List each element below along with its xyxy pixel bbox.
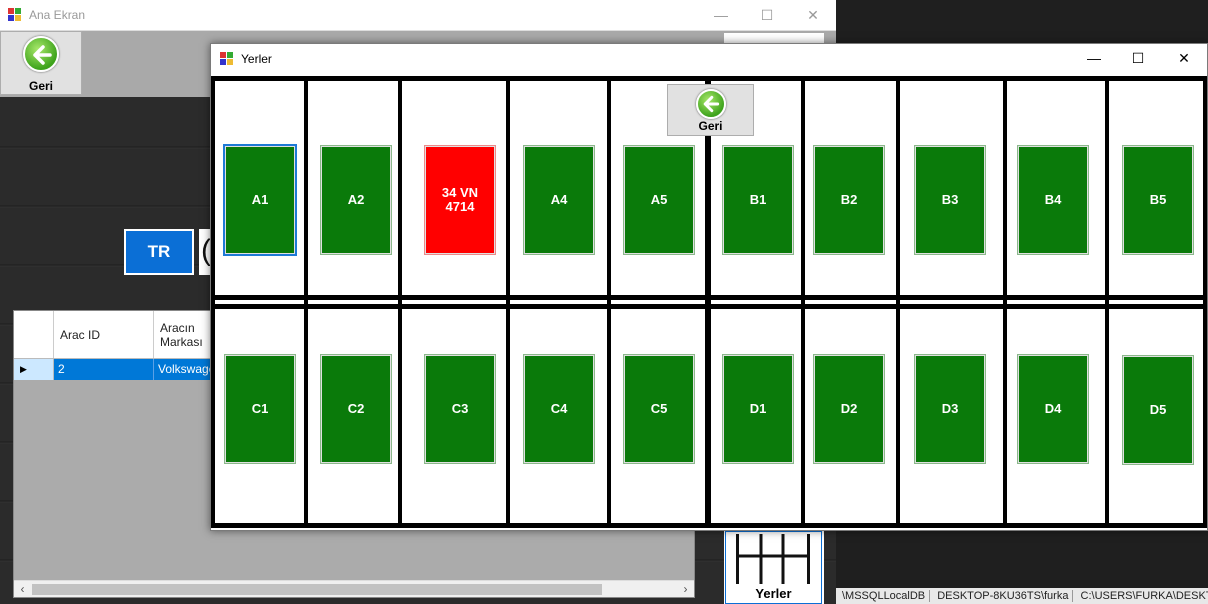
spot-label: A1 — [251, 192, 269, 207]
minimize-button[interactable]: — — [1071, 44, 1117, 74]
spot-label: D3 — [941, 401, 959, 416]
scroll-left-icon[interactable]: ‹ — [14, 581, 31, 598]
status-user: DESKTOP-8KU36TS\furka — [933, 590, 1074, 602]
spot-label: C4 — [550, 401, 568, 416]
lot-line — [506, 76, 510, 528]
spot-label: A5 — [650, 192, 668, 207]
scroll-right-icon[interactable]: › — [677, 581, 694, 598]
spot-d1[interactable]: D1 — [722, 354, 794, 464]
spot-b5[interactable]: B5 — [1122, 145, 1194, 255]
lot-line — [896, 76, 900, 528]
spot-d5[interactable]: D5 — [1122, 355, 1194, 465]
spot-label: B1 — [749, 192, 767, 207]
spot-label: C1 — [251, 401, 269, 416]
spot-a4[interactable]: A4 — [523, 145, 595, 255]
spot-a3[interactable]: 34 VN 4714 — [424, 145, 496, 255]
row-selector-icon[interactable]: ▶ — [14, 359, 54, 380]
status-bar: \MSSQLLocalDB DESKTOP-8KU36TS\furka C:\U… — [836, 588, 1208, 604]
spot-b2[interactable]: B2 — [813, 145, 885, 255]
lot-line — [607, 76, 611, 528]
col-header-marka[interactable]: Aracın Markası — [154, 311, 214, 358]
lot-line — [1203, 76, 1207, 528]
yerler-titlebar: Yerler — ☐ ✕ — [211, 44, 1207, 74]
main-geri-button[interactable]: Geri — [0, 31, 82, 95]
spot-c1[interactable]: C1 — [224, 354, 296, 464]
spot-d2[interactable]: D2 — [813, 354, 885, 464]
spot-label: C5 — [650, 401, 668, 416]
spot-label: C3 — [451, 401, 469, 416]
spot-c5[interactable]: C5 — [623, 354, 695, 464]
grid-corner — [14, 311, 54, 358]
language-tr-button[interactable]: TR — [124, 229, 194, 275]
spot-label: B5 — [1149, 192, 1167, 207]
spot-c2[interactable]: C2 — [320, 354, 392, 464]
cell-arac-id[interactable]: 2 — [54, 359, 154, 380]
spot-c4[interactable]: C4 — [523, 354, 595, 464]
spot-b3[interactable]: B3 — [914, 145, 986, 255]
yerler-window: Yerler — ☐ ✕ Geri A1 A2 34 VN 4714 A4 A5… — [210, 43, 1208, 531]
spot-a2[interactable]: A2 — [320, 145, 392, 255]
spot-b1[interactable]: B1 — [722, 145, 794, 255]
spot-c3[interactable]: C3 — [424, 354, 496, 464]
maximize-button[interactable]: ☐ — [1115, 44, 1161, 74]
horizontal-scrollbar[interactable]: ‹ › — [14, 580, 694, 597]
yerler-button[interactable]: Yerler — [725, 531, 822, 604]
spot-d3[interactable]: D3 — [914, 354, 986, 464]
lot-line — [211, 76, 215, 528]
spot-label: D1 — [749, 401, 767, 416]
lot-line — [801, 76, 805, 528]
spot-label: D4 — [1044, 401, 1062, 416]
lot-line — [304, 76, 308, 528]
spot-a1[interactable]: A1 — [223, 144, 297, 256]
back-arrow-icon — [696, 89, 726, 119]
spot-label: C2 — [347, 401, 365, 416]
spot-label: D5 — [1149, 402, 1167, 417]
parking-lot: Geri A1 A2 34 VN 4714 A4 A5 B1 B2 B3 B4 … — [211, 74, 1207, 530]
maximize-button[interactable]: ☐ — [744, 0, 790, 31]
main-geri-label: Geri — [28, 79, 53, 93]
scroll-thumb[interactable] — [32, 584, 602, 595]
back-arrow-icon — [23, 36, 59, 72]
parking-lines-icon — [736, 534, 810, 584]
minimize-button[interactable]: — — [698, 0, 744, 31]
yerler-geri-label: Geri — [698, 119, 723, 133]
app-icon — [220, 52, 233, 65]
col-header-arac-id[interactable]: Arac ID — [54, 311, 154, 358]
status-path: C:\USERS\FURKA\DESKTO — [1076, 590, 1208, 602]
main-window-title: Ana Ekran — [29, 8, 86, 22]
lot-line — [398, 76, 402, 528]
spot-label: B4 — [1044, 192, 1062, 207]
spot-label: A4 — [550, 192, 568, 207]
spot-label: B3 — [941, 192, 959, 207]
spot-label: A2 — [347, 192, 365, 207]
spot-label: B2 — [840, 192, 858, 207]
main-titlebar: Ana Ekran — ☐ ✕ — [0, 0, 836, 31]
close-button[interactable]: ✕ — [1161, 44, 1207, 74]
lot-line — [1003, 76, 1007, 528]
spot-a5[interactable]: A5 — [623, 145, 695, 255]
app-icon — [8, 8, 21, 21]
close-button[interactable]: ✕ — [790, 0, 836, 31]
yerler-button-label: Yerler — [755, 586, 792, 601]
yerler-window-title: Yerler — [241, 52, 272, 66]
spot-d4[interactable]: D4 — [1017, 354, 1089, 464]
spot-b4[interactable]: B4 — [1017, 145, 1089, 255]
cell-marka[interactable]: Volkswagen — [154, 359, 214, 380]
spot-label: 34 VN 4714 — [441, 185, 479, 214]
spot-label: D2 — [840, 401, 858, 416]
yerler-geri-button[interactable]: Geri — [667, 84, 754, 136]
status-server: \MSSQLLocalDB — [838, 590, 931, 602]
lot-line — [1105, 76, 1109, 528]
lot-line — [705, 76, 711, 528]
